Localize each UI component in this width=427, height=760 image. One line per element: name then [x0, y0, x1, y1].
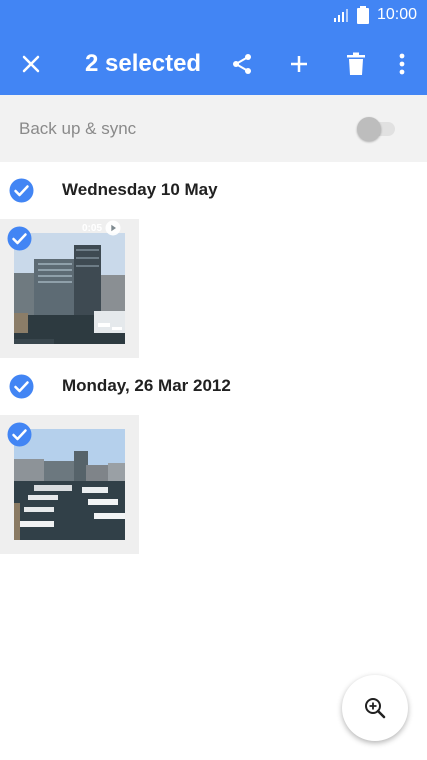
battery-icon	[356, 6, 369, 24]
share-icon	[233, 53, 251, 74]
zoom-in-button[interactable]	[342, 675, 408, 741]
selection-title: 2 selected	[85, 49, 202, 77]
status-time: 10:00	[376, 6, 417, 23]
more-options-button[interactable]	[382, 32, 422, 95]
add-icon	[291, 55, 307, 72]
delete-icon	[347, 52, 365, 75]
share-button[interactable]	[222, 32, 262, 95]
close-button[interactable]	[11, 32, 51, 95]
check-circle-icon[interactable]	[9, 178, 34, 203]
check-circle-icon[interactable]	[7, 226, 32, 251]
status-bar: 10:00	[0, 0, 427, 32]
toggle-knob	[357, 117, 381, 141]
backup-sync-toggle[interactable]	[357, 117, 397, 141]
delete-button[interactable]	[336, 32, 376, 95]
backup-sync-row: Back up & sync	[0, 95, 427, 162]
date-label: Monday, 26 Mar 2012	[62, 376, 231, 395]
add-button[interactable]	[279, 32, 319, 95]
media-thumbnail[interactable]: 0:05	[0, 219, 139, 358]
backup-sync-label: Back up & sync	[19, 118, 137, 138]
more-vert-icon	[399, 53, 405, 74]
media-thumbnail[interactable]	[0, 415, 139, 554]
check-circle-icon[interactable]	[9, 374, 34, 399]
close-icon	[22, 55, 40, 72]
video-duration-badge: 0:05	[82, 220, 121, 236]
signal-icon	[333, 9, 348, 22]
play-icon	[105, 220, 121, 236]
date-group-header: Monday, 26 Mar 2012	[0, 361, 427, 411]
check-circle-icon[interactable]	[7, 422, 32, 447]
date-group-header: Wednesday 10 May	[0, 165, 427, 215]
video-duration: 0:05	[81, 222, 102, 234]
zoom-in-icon	[365, 698, 386, 719]
date-label: Wednesday 10 May	[62, 180, 218, 199]
selection-toolbar: 2 selected	[0, 32, 427, 95]
